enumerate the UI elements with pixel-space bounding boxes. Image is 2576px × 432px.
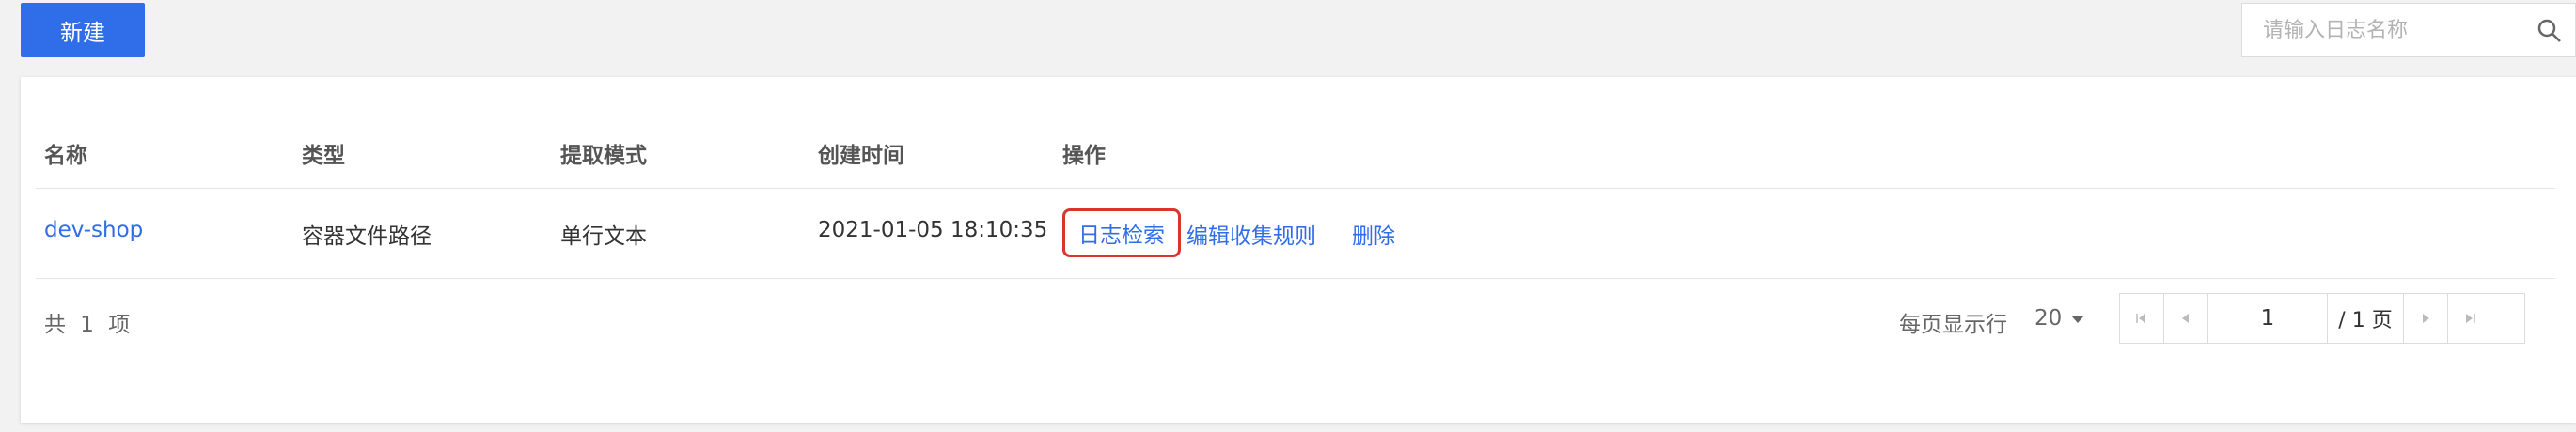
prev-page-icon xyxy=(2182,314,2189,323)
log-created-cell: 2021-01-05 18:10:35 xyxy=(818,218,1048,242)
caret-down-icon xyxy=(2071,316,2085,323)
next-page-button[interactable] xyxy=(2403,294,2447,343)
header-divider xyxy=(36,188,2555,189)
last-page-button[interactable] xyxy=(2447,294,2491,343)
search-icon[interactable] xyxy=(2536,17,2564,45)
search-input[interactable] xyxy=(2242,17,2519,43)
total-pages: / 1 页 xyxy=(2338,309,2393,332)
per-page-value: 20 xyxy=(2034,306,2063,331)
log-search-action-highlight: 日志检索 xyxy=(1062,208,1181,257)
column-header-mode: 提取模式 xyxy=(560,144,647,168)
column-header-created: 创建时间 xyxy=(818,144,904,168)
column-header-name: 名称 xyxy=(44,144,87,168)
search-box xyxy=(2241,3,2576,57)
delete-link[interactable]: 删除 xyxy=(1352,218,1395,250)
first-page-button[interactable] xyxy=(2120,294,2164,343)
column-header-actions: 操作 xyxy=(1062,144,1106,168)
first-page-icon xyxy=(2136,314,2145,323)
toolbar: 新建 xyxy=(0,0,2576,77)
edit-rule-link[interactable]: 编辑收集规则 xyxy=(1186,218,1316,250)
per-page-label: 每页显示行 xyxy=(1899,313,2007,337)
total-count: 共 1 项 xyxy=(44,313,134,337)
log-name-link[interactable]: dev-shop xyxy=(44,218,143,242)
row-divider xyxy=(36,278,2555,279)
page-number-input[interactable] xyxy=(2208,294,2328,343)
log-type-cell: 容器文件路径 xyxy=(302,224,432,249)
log-mode-cell: 单行文本 xyxy=(560,224,647,249)
next-page-icon xyxy=(2423,314,2429,323)
last-page-icon xyxy=(2466,314,2475,323)
pagination: / 1 页 xyxy=(2119,293,2525,344)
prev-page-button[interactable] xyxy=(2164,294,2208,343)
new-button[interactable]: 新建 xyxy=(21,3,145,57)
log-search-link[interactable]: 日志检索 xyxy=(1078,217,1165,249)
log-table-panel: 名称 类型 提取模式 创建时间 操作 dev-shop 容器文件路径 单行文本 … xyxy=(21,77,2576,423)
per-page-select[interactable]: 20 xyxy=(2034,306,2085,331)
column-header-type: 类型 xyxy=(302,144,345,168)
